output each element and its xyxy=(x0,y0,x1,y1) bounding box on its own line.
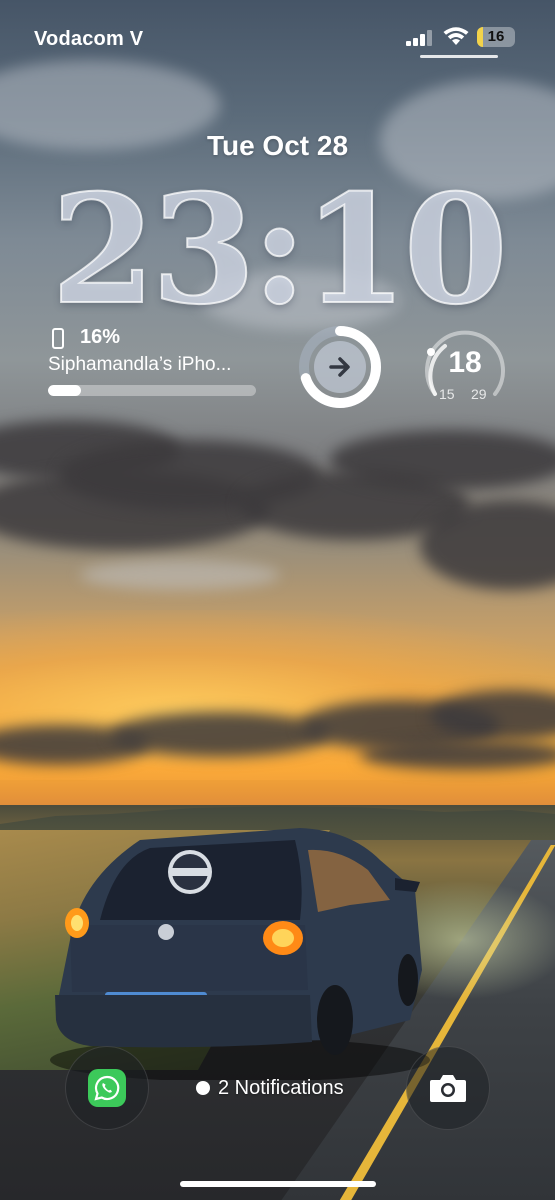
car xyxy=(50,828,430,1080)
camera-button[interactable] xyxy=(406,1046,490,1130)
home-indicator[interactable] xyxy=(180,1181,376,1187)
control-center-grabber[interactable] xyxy=(420,55,498,58)
camera-icon xyxy=(430,1075,466,1102)
widget-battery-bar xyxy=(48,385,256,396)
widget-battery-percent: 16% xyxy=(80,326,121,348)
battery-indicator: 16 xyxy=(477,27,515,47)
status-bar: Vodacom V 16 xyxy=(0,0,555,70)
whatsapp-icon xyxy=(88,1069,126,1107)
shortcut-widget[interactable] xyxy=(298,325,382,409)
weather-widget[interactable]: 18 15 29 xyxy=(421,324,509,412)
notifications-summary[interactable]: 2 Notifications xyxy=(196,1075,344,1101)
wifi-icon xyxy=(443,27,469,45)
notification-dot xyxy=(196,1081,210,1095)
low-temperature: 15 xyxy=(439,386,455,402)
iphone-icon xyxy=(52,328,64,349)
current-temperature: 18 xyxy=(448,346,482,379)
cellular-signal-icon xyxy=(406,30,432,46)
battery-widget[interactable]: 16% Siphamandla’s iPho... xyxy=(48,326,260,401)
battery-level-text: 16 xyxy=(487,28,505,45)
widget-device-name: Siphamandla’s iPho... xyxy=(48,354,232,375)
lock-date: Tue Oct 28 xyxy=(206,130,349,161)
carrier-name: Vodacom V xyxy=(34,28,144,50)
arrow-right-icon xyxy=(314,341,366,393)
whatsapp-button[interactable] xyxy=(65,1046,149,1130)
lock-time: 23:10 xyxy=(50,161,509,339)
notifications-label: 2 Notifications xyxy=(218,1076,344,1099)
widget-battery-bar-fill xyxy=(48,385,82,396)
high-temperature: 29 xyxy=(471,386,487,402)
